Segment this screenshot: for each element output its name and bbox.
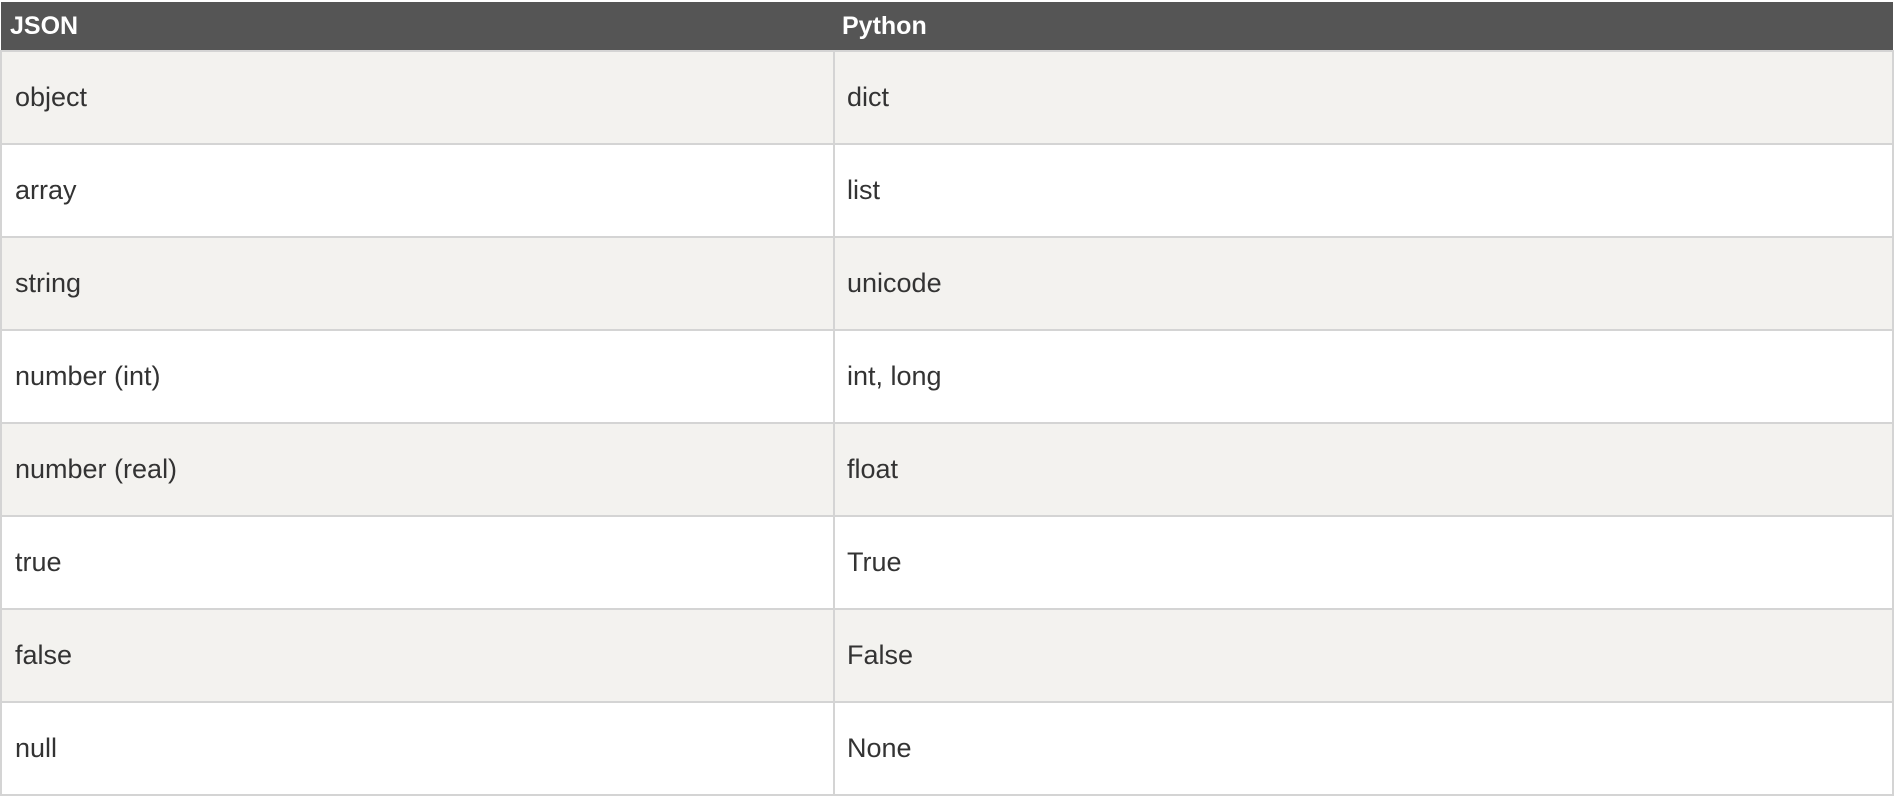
cell-json-type: object xyxy=(0,50,835,145)
cell-python-type: False xyxy=(833,608,1894,703)
cell-python-type: int, long xyxy=(833,329,1894,424)
json-python-table-container: JSON Python object dict array list strin… xyxy=(0,2,1894,796)
cell-json-type: true xyxy=(0,515,835,610)
cell-json-type: number (int) xyxy=(0,329,835,424)
column-header-json: JSON xyxy=(1,2,834,51)
cell-python-type: True xyxy=(833,515,1894,610)
table-header: JSON Python xyxy=(1,2,1893,51)
table-row: true True xyxy=(0,515,1894,610)
cell-python-type: list xyxy=(833,143,1894,238)
cell-json-type: null xyxy=(0,701,835,796)
cell-python-type: dict xyxy=(833,50,1894,145)
cell-python-type: unicode xyxy=(833,236,1894,331)
cell-json-type: array xyxy=(0,143,835,238)
table-row: string unicode xyxy=(0,236,1894,331)
table-row: number (real) float xyxy=(0,422,1894,517)
cell-python-type: None xyxy=(833,701,1894,796)
table-row: null None xyxy=(0,701,1894,796)
cell-json-type: false xyxy=(0,608,835,703)
cell-python-type: float xyxy=(833,422,1894,517)
table-row: array list xyxy=(0,143,1894,238)
json-python-mapping-table: JSON Python object dict array list strin… xyxy=(0,2,1894,796)
table-row: number (int) int, long xyxy=(0,329,1894,424)
table-row: false False xyxy=(0,608,1894,703)
table-row: object dict xyxy=(0,50,1894,145)
table-body: object dict array list string unicode nu… xyxy=(0,50,1894,796)
cell-json-type: string xyxy=(0,236,835,331)
table-header-row: JSON Python xyxy=(1,2,1893,51)
column-header-python: Python xyxy=(834,2,1893,51)
cell-json-type: number (real) xyxy=(0,422,835,517)
